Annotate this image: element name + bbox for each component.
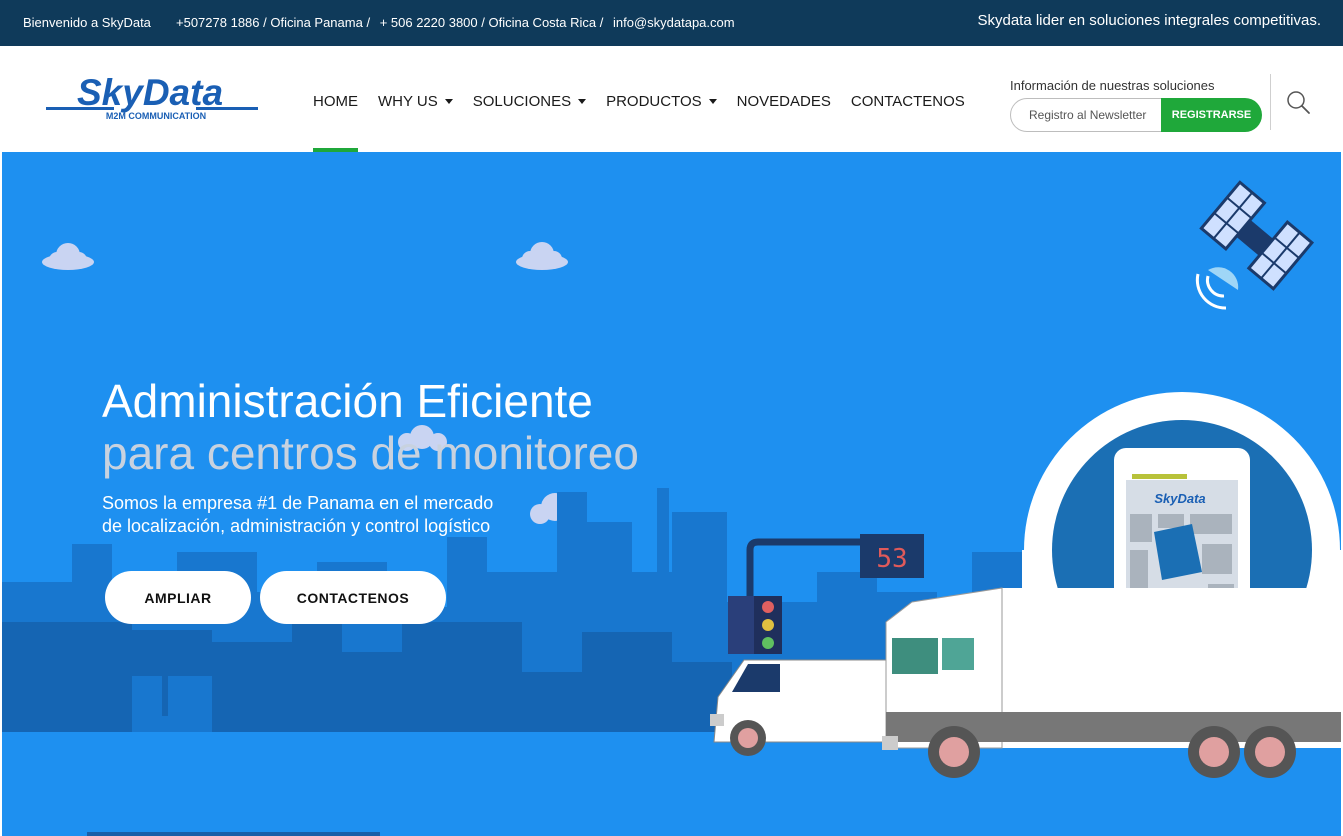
search-icon[interactable] (1284, 88, 1312, 116)
svg-text:SkyData: SkyData (1154, 491, 1205, 506)
nav-contactenos-label: CONTACTENOS (850, 93, 965, 110)
hero-subtitle: para centros de monitoreo (102, 427, 639, 479)
hero-description: Somos la empresa #1 de Panama en el merc… (102, 492, 572, 538)
nav-why-us[interactable]: WHY US (378, 93, 453, 110)
nav-contactenos[interactable]: CONTACTENOS (851, 93, 965, 110)
top-bar: Bienvenido a SkyData +507278 1886 / Ofic… (0, 0, 1343, 46)
cloud-icon (42, 243, 94, 270)
bottom-accent-bar (87, 832, 380, 836)
nav-soluciones-label: SOLUCIONES (472, 93, 572, 110)
satellite-icon (1195, 180, 1315, 310)
nav-novedades-label: NOVEDADES (736, 93, 831, 110)
contactenos-button[interactable]: CONTACTENOS (260, 571, 446, 624)
header-divider (1270, 74, 1271, 130)
chevron-down-icon (708, 99, 717, 104)
nav-home[interactable]: HOME (313, 93, 358, 110)
email-link[interactable]: info@skydatapa.com (613, 15, 735, 30)
nav-why-us-label: WHY US (378, 93, 438, 110)
chevron-down-icon (444, 99, 453, 104)
phone-costa-rica[interactable]: + 506 2220 3800 / Oficina Costa Rica / (380, 15, 604, 30)
register-button[interactable]: REGISTRARSE (1161, 98, 1262, 132)
nav-productos[interactable]: PRODUCTOS (606, 93, 717, 110)
hero-title: Administración Eficiente (102, 375, 593, 427)
nav-productos-label: PRODUCTOS (606, 93, 702, 110)
newsletter-form: REGISTRARSE (1010, 98, 1262, 132)
hero-description-line-2: de localización, administración y contro… (102, 516, 491, 536)
van-icon (710, 659, 893, 756)
ampliar-button[interactable]: AMPLIAR (105, 571, 251, 624)
newsletter-label: Información de nuestras soluciones (1010, 78, 1215, 93)
main-nav: HOME WHY US SOLUCIONES PRODUCTOS NOVEDAD… (313, 93, 985, 110)
site-header: SkyData M2M COMMUNICATION HOME WHY US SO… (2, 46, 1341, 152)
welcome-text: Bienvenido a SkyData (23, 15, 151, 30)
contact-info: +507278 1886 / Oficina Panama / + 506 22… (176, 15, 741, 30)
newsletter-email-input[interactable] (1010, 98, 1162, 132)
chevron-down-icon (578, 99, 587, 104)
phone-panama[interactable]: +507278 1886 / Oficina Panama / (176, 15, 370, 30)
hero-description-line-1: Somos la empresa #1 de Panama en el merc… (102, 493, 494, 513)
skydata-logo[interactable]: SkyData M2M COMMUNICATION (46, 74, 258, 124)
cloud-icon (516, 242, 568, 270)
nav-home-label: HOME (313, 93, 358, 110)
nav-soluciones[interactable]: SOLUCIONES (472, 93, 587, 110)
svg-text:53: 53 (876, 544, 907, 574)
nav-novedades[interactable]: NOVEDADES (737, 93, 831, 110)
svg-text:M2M COMMUNICATION: M2M COMMUNICATION (106, 111, 206, 121)
hero-banner: SkyData 53 Administración Eficiente para… (2, 152, 1341, 836)
tagline: Skydata lider en soluciones integrales c… (977, 12, 1321, 29)
